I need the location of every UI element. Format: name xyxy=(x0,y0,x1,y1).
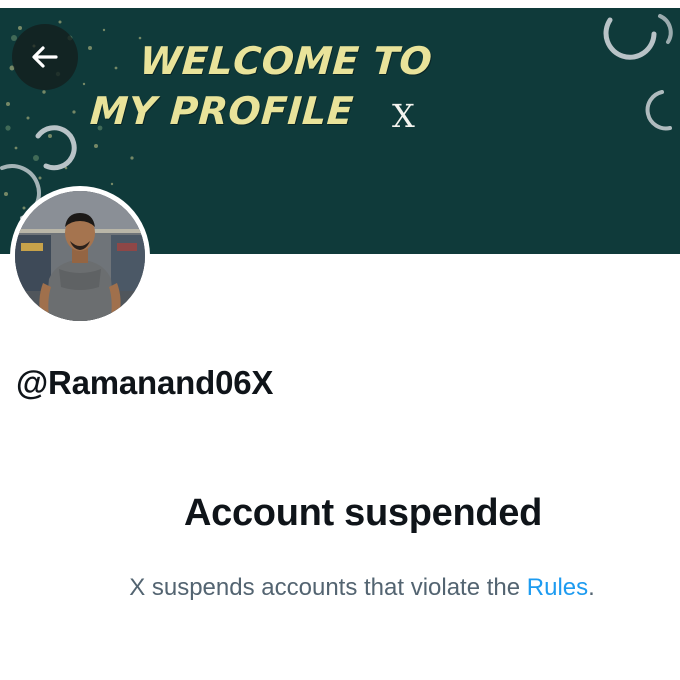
arrow-left-icon xyxy=(32,46,58,68)
banner-title-line1: WELCOME TO xyxy=(138,39,434,83)
avatar-photo xyxy=(15,191,145,321)
back-button[interactable] xyxy=(12,24,78,90)
banner-title-line2: MY PROFILE xyxy=(88,89,356,133)
banner-x-logo: X xyxy=(392,97,415,135)
avatar-image xyxy=(15,191,145,321)
rules-link[interactable]: Rules xyxy=(527,574,588,601)
suspended-description-text: X suspends accounts that violate the xyxy=(129,574,527,601)
suspended-description-period: . xyxy=(588,574,595,601)
top-strip xyxy=(0,0,680,8)
banner-title: WELCOME TO MY PROFILE xyxy=(89,36,435,136)
suspended-description: X suspends accounts that violate the Rul… xyxy=(0,572,680,604)
profile-handle: @Ramanand06X xyxy=(16,364,274,401)
profile-avatar[interactable] xyxy=(10,186,150,326)
suspended-title: Account suspended xyxy=(183,492,543,534)
profile-page: WELCOME TO MY PROFILE X @Ramanand06X Acc… xyxy=(0,0,680,680)
